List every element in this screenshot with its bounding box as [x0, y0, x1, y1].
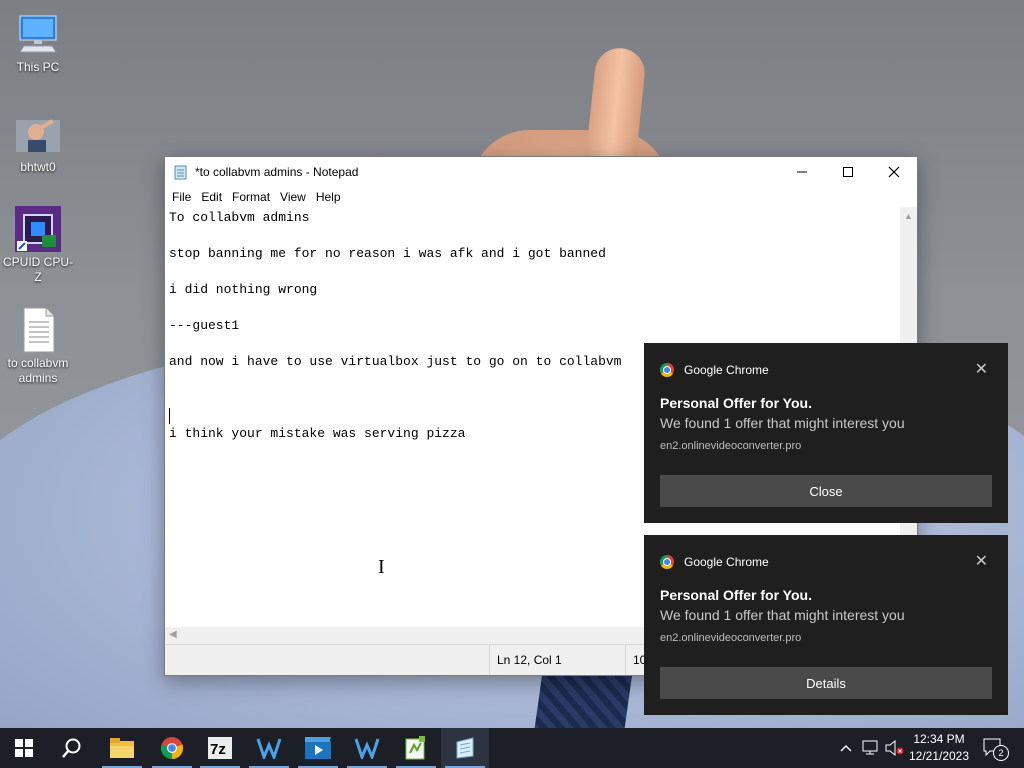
- clock-date: 12/21/2023: [908, 749, 970, 763]
- taskbar-clock[interactable]: 12:34 PM 12/21/2023: [904, 731, 974, 765]
- status-separator: [625, 645, 626, 675]
- chrome-notification[interactable]: Google Chrome ✕ Personal Offer for You. …: [644, 343, 1008, 523]
- notification-title: Personal Offer for You.: [660, 587, 812, 603]
- maximize-icon: [843, 167, 853, 177]
- notification-title: Personal Offer for You.: [660, 395, 812, 411]
- maximize-button[interactable]: [825, 157, 871, 187]
- chrome-notification[interactable]: Google Chrome ✕ Personal Offer for You. …: [644, 535, 1008, 715]
- user-photo-icon: [14, 110, 62, 158]
- menu-view[interactable]: View: [275, 190, 311, 204]
- notepad-titlebar[interactable]: *to collabvm admins - Notepad: [165, 157, 917, 187]
- window-title: *to collabvm admins - Notepad: [195, 165, 359, 179]
- desktop-icon-label: CPUID CPU-Z: [2, 255, 73, 284]
- text-line: ---guest1: [169, 318, 240, 333]
- scroll-up-arrow-icon[interactable]: ▲: [904, 211, 913, 221]
- search-button[interactable]: [48, 728, 96, 768]
- taskbar-7zip[interactable]: 7z: [196, 728, 244, 768]
- cpu-z-icon: [14, 205, 62, 253]
- notification-body: We found 1 offer that might interest you: [660, 415, 905, 431]
- menu-bar: File Edit Format View Help: [165, 187, 917, 207]
- chevron-up-icon: [840, 745, 852, 752]
- network-icon: [862, 740, 878, 755]
- text-file-icon: [14, 306, 62, 354]
- clock-time: 12:34 PM: [913, 732, 965, 746]
- menu-file[interactable]: File: [167, 190, 196, 204]
- chrome-icon: [660, 363, 674, 377]
- search-icon: [62, 738, 81, 758]
- notification-close-button[interactable]: Close: [660, 475, 992, 507]
- notification-count-badge: 2: [993, 745, 1009, 761]
- notification-details-button[interactable]: Details: [660, 667, 992, 699]
- ibeam-cursor-icon: I: [378, 556, 385, 578]
- action-center-button[interactable]: 2: [980, 728, 1010, 768]
- volume-button[interactable]: [884, 728, 906, 768]
- desktop-icon-text-file[interactable]: to collabvm admins: [0, 306, 76, 386]
- text-line: To collabvm admins: [169, 210, 310, 225]
- notepad-icon: [173, 164, 189, 180]
- desktop-icon-label: to collabvm admins: [7, 356, 69, 385]
- menu-format[interactable]: Format: [227, 190, 275, 204]
- close-button[interactable]: [871, 157, 917, 187]
- notepadpp-icon: [405, 736, 425, 760]
- notification-source-url: en2.onlinevideoconverter.pro: [660, 440, 802, 452]
- desktop-icon-bhtwt0[interactable]: bhtwt0: [0, 110, 76, 175]
- chrome-icon: [660, 555, 674, 569]
- volume-muted-icon: [885, 740, 904, 756]
- close-icon: [888, 166, 900, 178]
- file-explorer-icon: [110, 738, 134, 758]
- start-button[interactable]: [0, 728, 48, 768]
- text-line: i did nothing wrong: [169, 282, 318, 297]
- taskbar-notepadpp[interactable]: [392, 728, 440, 768]
- vmware-icon: [256, 738, 282, 759]
- text-line: [169, 227, 896, 245]
- taskbar: 7z 12:34 PM 12/21/2023 2: [0, 728, 1024, 768]
- taskbar-file-explorer[interactable]: [98, 728, 146, 768]
- desktop-icon-label: bhtwt0: [20, 160, 56, 174]
- computer-icon: [14, 10, 62, 58]
- text-line: [169, 263, 896, 281]
- minimize-button[interactable]: [779, 157, 825, 187]
- taskbar-vmware[interactable]: [245, 728, 293, 768]
- taskbar-notepad[interactable]: [441, 728, 489, 768]
- show-hidden-icons-button[interactable]: [836, 728, 856, 768]
- text-line: [169, 299, 896, 317]
- desktop-icon-this-pc[interactable]: This PC: [0, 10, 76, 75]
- svg-text:7z: 7z: [210, 741, 226, 758]
- 7zip-icon: 7z: [208, 737, 232, 759]
- notification-app-name: Google Chrome: [684, 555, 769, 569]
- desktop-icon-label: This PC: [16, 60, 60, 74]
- dismiss-notification-icon[interactable]: ✕: [975, 359, 988, 379]
- status-separator: [489, 645, 490, 675]
- dismiss-notification-icon[interactable]: ✕: [975, 551, 988, 571]
- text-caret: [169, 407, 170, 424]
- notepad-icon: [456, 737, 474, 759]
- network-status-button[interactable]: [860, 728, 882, 768]
- notification-app-name: Google Chrome: [684, 363, 769, 377]
- chrome-icon: [160, 737, 184, 760]
- notification-body: We found 1 offer that might interest you: [660, 607, 905, 623]
- taskbar-vmware-2[interactable]: [343, 728, 391, 768]
- scroll-left-arrow-icon[interactable]: ◀: [169, 629, 177, 640]
- vmware-icon: [354, 738, 380, 759]
- menu-edit[interactable]: Edit: [196, 190, 227, 204]
- movie-maker-icon: [305, 737, 331, 759]
- notification-source-url: en2.onlinevideoconverter.pro: [660, 632, 802, 644]
- windows-logo-icon: [15, 739, 33, 757]
- taskbar-movie-maker[interactable]: [294, 728, 342, 768]
- minimize-icon: [797, 171, 807, 173]
- menu-help[interactable]: Help: [311, 190, 346, 204]
- text-line: stop banning me for no reason i was afk …: [169, 246, 606, 261]
- cursor-position: Ln 12, Col 1: [497, 653, 562, 667]
- desktop-icon-cpu-z[interactable]: CPUID CPU-Z: [0, 205, 76, 285]
- taskbar-chrome[interactable]: [148, 728, 196, 768]
